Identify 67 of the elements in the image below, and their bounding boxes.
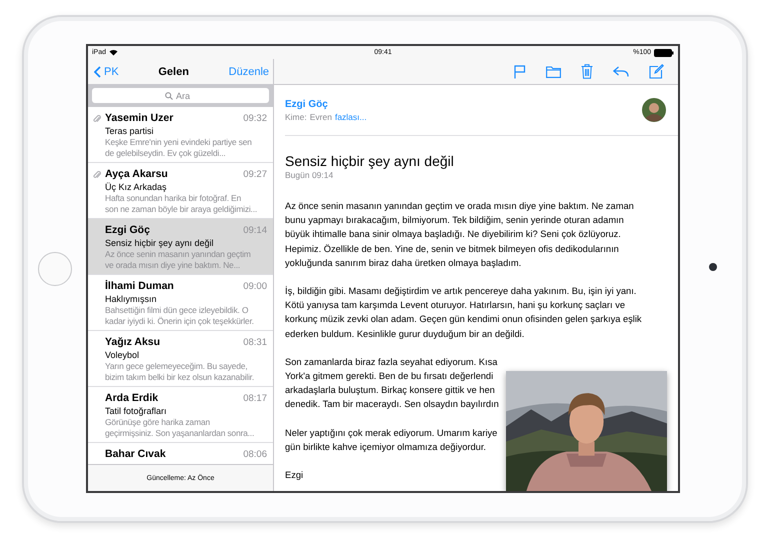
- email-text-line: gün birlikte kahve içemiyor olmamıza değiyordur.: [285, 440, 488, 454]
- email-text-line: korkunç müzik zevki olan adam. Geçen gün kendimi onun ofisinden gelen şarkıya eşlik: [285, 313, 643, 326]
- sender-name: Ezgi Göç: [105, 223, 150, 237]
- sender-name: Arda Erdik: [105, 391, 158, 405]
- email-signature: Ezgi: [285, 469, 304, 482]
- email-text-line: denedik. Tam bir maceraydı. Sen olsaydın bayılırdın: [285, 398, 500, 412]
- mailbox-title: Gelen: [158, 66, 189, 78]
- sender-name: Ayça Akarsu: [105, 167, 168, 181]
- camera-lens: [709, 263, 717, 271]
- email-text-line: York'a gitmem gerekti. Ben de bu fırsatı değerlendi: [285, 370, 494, 384]
- message-preview: son ne zaman böyle bir araya geldiğimizi...: [105, 204, 258, 215]
- message-time: 09:14: [243, 225, 267, 236]
- wifi-icon: [109, 49, 118, 56]
- message-time: 08:31: [243, 337, 267, 348]
- email-text-line: Kötü yanıysa tam karşımda Levent oturuyor. Hatırlarsın, hani şu korkunç saçları ve: [285, 299, 626, 312]
- recipient-label: Kime:: [285, 112, 307, 122]
- message-subject: Haklıymışsın: [105, 293, 158, 305]
- message-time: 08:17: [243, 393, 267, 404]
- message-time: 09:27: [243, 169, 267, 180]
- email-text-line: Son zamanlarda biraz fazla seyahat ediyorum. Kısa: [285, 356, 498, 369]
- compose-icon[interactable]: [649, 64, 664, 79]
- sender-name: İlhami Duman: [105, 279, 174, 293]
- folder-icon[interactable]: [546, 66, 561, 78]
- message-subject: Sensiz hiçbir şey aynı değil: [105, 237, 215, 249]
- message-preview: kadar iyiydi ki. Önerin için çok teşekkürler.: [105, 316, 255, 327]
- email-text-line: Hepimiz. Özellikle de ben. Yine de, senin ve bitmek bilmeyen ofis dedikodularının: [285, 242, 620, 256]
- search-icon: [165, 92, 173, 100]
- search-field[interactable]: Ara: [92, 88, 269, 103]
- email-text-line: Neler yaptığını çok merak ediyorum. Umarım kariye: [285, 426, 498, 440]
- email-text-line: bunu yapmayı bırakacağım, bilmiyorum. Tek bildiğim, senin yerinde oturan adamın: [285, 214, 625, 228]
- avatar: [642, 98, 666, 122]
- message-subject: Üç Kız Arkadaş: [105, 181, 168, 193]
- battery-icon: [654, 48, 674, 56]
- sender-name: Yasemin Uzer: [105, 111, 174, 125]
- message-subject: Tatil fotoğrafları: [105, 405, 168, 417]
- email-text-line: İş, bildiğin gibi. Masamı değiştirdim ve artık pencereye daha yakınım. Bu, işin iyi yanı.: [285, 285, 638, 298]
- message-time: 09:00: [243, 281, 267, 292]
- sender-name: Yağız Aksu: [105, 335, 160, 349]
- reply-icon[interactable]: [613, 66, 629, 77]
- chevron-left-icon: [94, 66, 101, 78]
- message-preview: bizim takım belki bir kez olsun kazanabilir.: [105, 372, 255, 383]
- message-preview: Hafta sonundan harika bir fotoğraf. En: [105, 193, 242, 204]
- message-time: 09:32: [243, 113, 267, 124]
- email-text-line: büyük ihtimalle bana sinir olmaya başladığı. Ne diyebilirim ki? Seni çok özlüyoruz.: [285, 228, 622, 242]
- email-date: Bugün 09:14: [285, 170, 334, 181]
- email-subject: Sensiz hiçbir şey aynı değil: [285, 153, 455, 170]
- flag-icon[interactable]: [514, 64, 526, 78]
- recipient-name: Evren: [310, 112, 332, 122]
- message-preview: Az önce senin masanın yanından geçtim: [105, 249, 252, 260]
- message-subject: Voleybol: [105, 349, 140, 361]
- email-text-line: Az önce senin masanın yanından geçtim ve orada mısın diye yine baktım. Ne zaman: [285, 200, 635, 213]
- trash-icon[interactable]: [581, 64, 593, 79]
- message-preview: Keşke Emre'nin yeni evindeki partiye sen: [105, 137, 253, 148]
- message-row[interactable]: Ezgi Göç 09:14 Sensiz hiçbir şey aynı değil Az önce senin masanın yanından geçtim ve orada mısın diye yine baktım. Ne...: [88, 219, 273, 275]
- sender-name: Bahar Cıvak: [105, 447, 166, 461]
- message-preview: Yarın gece gelemeyeceğim. Bu sayede,: [105, 361, 248, 372]
- message-preview: ve orada mısın diye yine baktım. Ne...: [105, 260, 242, 271]
- message-preview: de gelebilseydin. Ev çok güzeldi...: [105, 148, 227, 159]
- message-subject: Teras partisi: [105, 125, 155, 137]
- email-text-line: arkadaşlarla buluştum. Birkaç konsere gittik ve hen: [285, 384, 496, 398]
- message-preview: Bahsettiğin filmi dün gece izleyebildik. O: [105, 305, 250, 316]
- message-time: 08:06: [243, 449, 267, 460]
- email-text-line: yokluğunda sanırım biraz daha üretken olmaya başladım.: [285, 256, 522, 270]
- email-text-line: ederken buldum. Kesinlikle gurur duyduğum bir an değildi.: [285, 328, 526, 341]
- message-preview: geçirmişsiniz. Son yaşananlardan sonra...: [105, 428, 256, 439]
- message-preview: Görünüşe göre harika zaman: [105, 417, 211, 428]
- home-button[interactable]: [38, 252, 72, 286]
